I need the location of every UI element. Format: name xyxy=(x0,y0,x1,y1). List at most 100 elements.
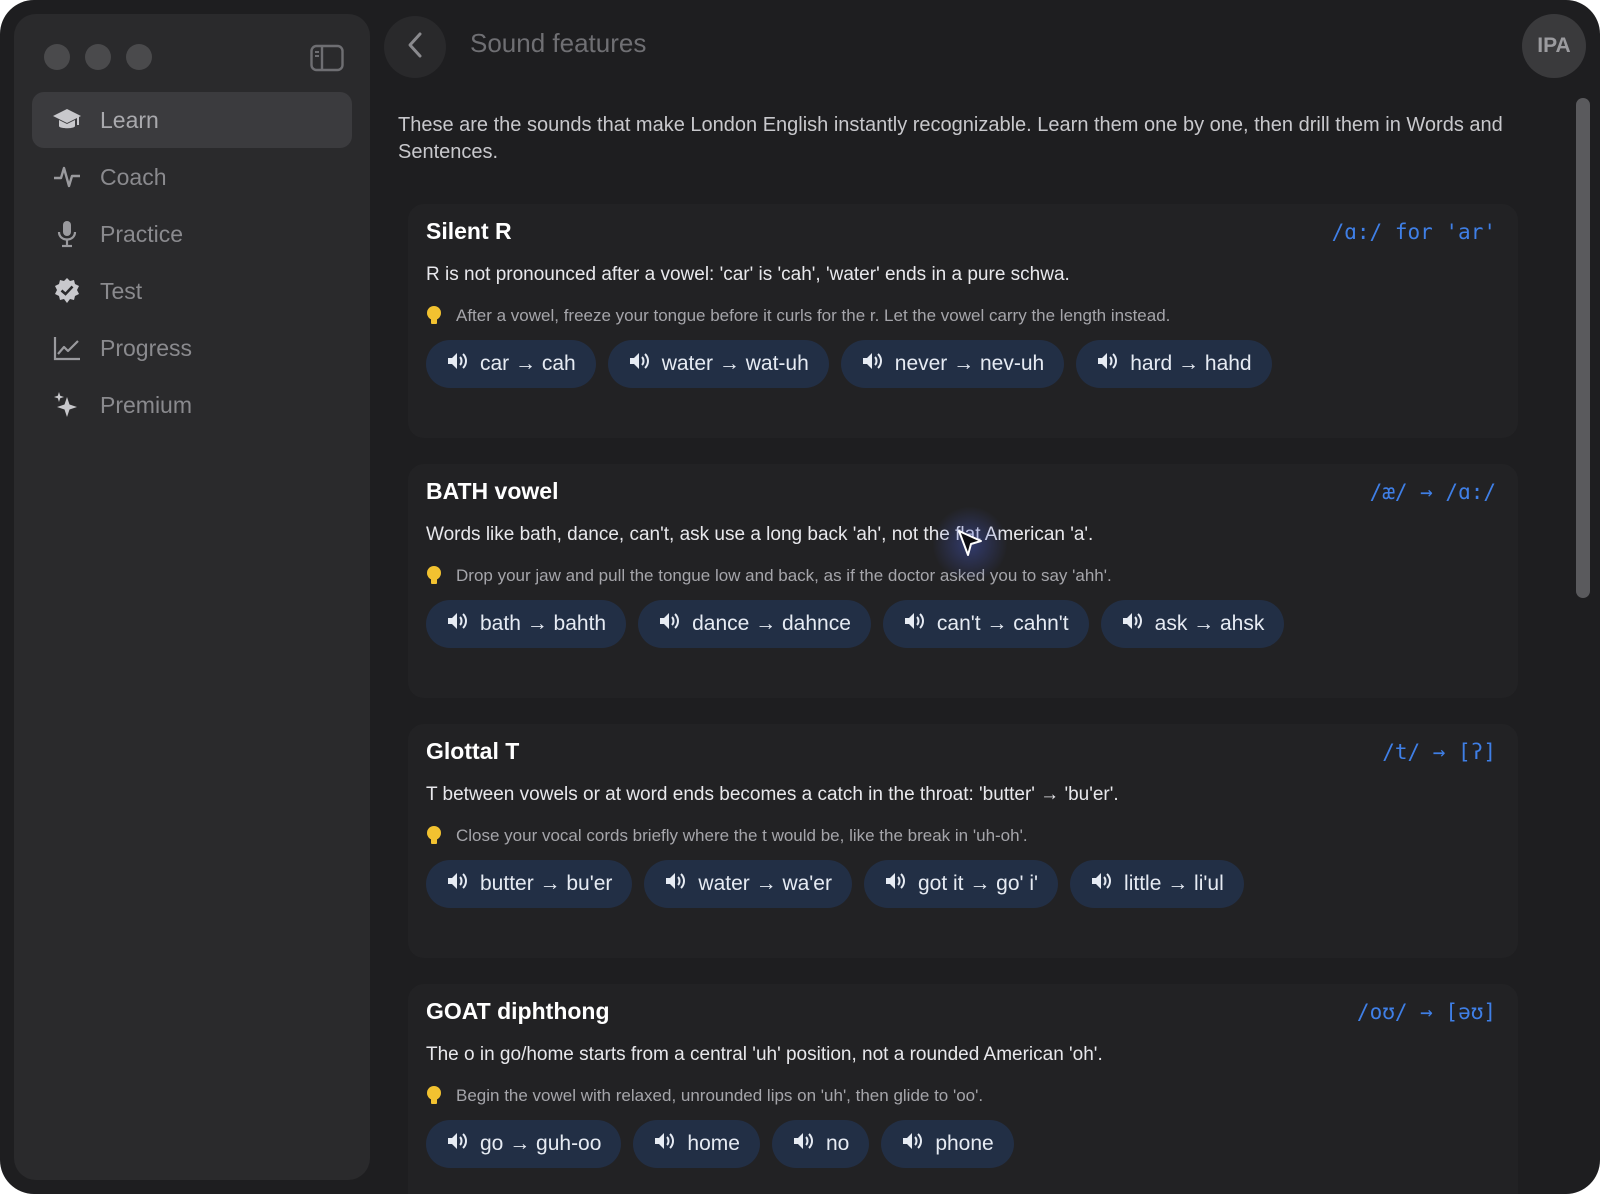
minimize-window-button[interactable] xyxy=(85,44,111,70)
feature-ipa: /ɑ:/ for 'ar' xyxy=(1331,220,1496,244)
example-chip[interactable]: no xyxy=(771,1120,870,1168)
example-chip-label: phone xyxy=(935,1132,994,1155)
sidebar-item-label: Premium xyxy=(100,391,193,418)
example-chip[interactable]: ask → ahsk xyxy=(1100,600,1285,648)
example-chip[interactable]: hard → hahd xyxy=(1076,340,1272,388)
feature-title: Silent R xyxy=(426,218,512,244)
example-chip[interactable]: bath → bahth xyxy=(426,600,627,648)
example-chip-label: home xyxy=(687,1132,740,1155)
feature-tip-text: Drop your jaw and pull the tongue low an… xyxy=(456,566,1112,585)
example-chip-label: water → wat-uh xyxy=(661,352,809,375)
feature-card: Silent R /ɑ:/ for 'ar' R is not pronounc… xyxy=(408,204,1518,438)
example-chip[interactable]: go → guh-oo xyxy=(426,1120,622,1168)
example-chip-label: go → guh-oo xyxy=(480,1132,602,1155)
feature-tip-text: Begin the vowel with relaxed, unrounded … xyxy=(456,1086,984,1105)
feature-tip: After a vowel, freeze your tongue before… xyxy=(426,305,1170,327)
speaker-icon xyxy=(446,1131,470,1157)
feature-title: Glottal T xyxy=(426,738,520,764)
feature-tip-text: Close your vocal cords briefly where the… xyxy=(456,826,1028,845)
waveform-pulse-icon xyxy=(52,162,82,192)
sidebar-item-label: Practice xyxy=(100,220,184,247)
speaker-icon xyxy=(628,351,652,377)
close-window-button[interactable] xyxy=(44,44,70,70)
example-chip[interactable]: water → wa'er xyxy=(644,860,852,908)
mouse-pointer-icon xyxy=(956,528,996,568)
feature-description: R is not pronounced after a vowel: 'car'… xyxy=(426,264,1070,285)
example-chip[interactable]: can't → cahn't xyxy=(882,600,1089,648)
example-chip-label: butter → bu'er xyxy=(480,872,613,895)
lightbulb-icon xyxy=(426,305,442,327)
example-chips: car → cah water → wat-uh never → nev-uh … xyxy=(426,340,1272,388)
sidebar-item-label: Coach xyxy=(100,163,167,190)
example-chip-label: dance → dahnce xyxy=(692,612,851,635)
speaker-icon xyxy=(446,351,470,377)
example-chip[interactable]: home xyxy=(633,1120,760,1168)
feature-ipa: /oʊ/ → [əʊ] xyxy=(1356,1000,1496,1024)
example-chip-label: hard → hahd xyxy=(1130,352,1252,375)
sidebar-item-progress[interactable]: Progress xyxy=(32,320,352,376)
example-chip[interactable]: butter → bu'er xyxy=(426,860,633,908)
chevron-left-icon xyxy=(406,31,424,64)
app-window: Learn Coach Practice Test Progress Premi… xyxy=(0,0,1600,1194)
example-chip[interactable]: car → cah xyxy=(426,340,596,388)
speaker-icon xyxy=(446,611,470,637)
example-chip-label: can't → cahn't xyxy=(936,612,1069,635)
sidebar-item-test[interactable]: Test xyxy=(32,263,352,319)
example-chip-label: got it → go' i' xyxy=(917,872,1039,895)
speaker-icon xyxy=(903,611,927,637)
feature-title: BATH vowel xyxy=(426,478,559,504)
speaker-icon xyxy=(1090,871,1114,897)
feature-tip: Drop your jaw and pull the tongue low an… xyxy=(426,565,1112,587)
speaker-icon xyxy=(1096,351,1120,377)
example-chip[interactable]: little → li'ul xyxy=(1070,860,1244,908)
sidebar-item-learn[interactable]: Learn xyxy=(32,92,352,148)
sidebar-item-practice[interactable]: Practice xyxy=(32,206,352,262)
speaker-icon xyxy=(1121,611,1145,637)
back-button[interactable] xyxy=(384,16,446,78)
example-chip-label: ask → ahsk xyxy=(1154,612,1265,635)
zoom-window-button[interactable] xyxy=(126,44,152,70)
speaker-icon xyxy=(792,1131,816,1157)
microphone-icon xyxy=(52,219,82,249)
example-chip[interactable]: never → nev-uh xyxy=(840,340,1065,388)
sidebar-item-label: Learn xyxy=(100,106,159,133)
speaker-icon xyxy=(658,611,682,637)
checkmark-seal-icon xyxy=(52,276,82,306)
example-chip-label: never → nev-uh xyxy=(894,352,1045,375)
example-chip-label: water → wa'er xyxy=(698,872,832,895)
sidebar-item-label: Test xyxy=(100,277,143,304)
scrollbar-thumb[interactable] xyxy=(1576,98,1590,598)
feature-tip-text: After a vowel, freeze your tongue before… xyxy=(456,306,1171,325)
example-chip[interactable]: phone xyxy=(881,1120,1014,1168)
example-chip[interactable]: water → wat-uh xyxy=(607,340,829,388)
feature-card: Glottal T /t/ → [ʔ] T between vowels or … xyxy=(408,724,1518,958)
feature-card: GOAT diphthong /oʊ/ → [əʊ] The o in go/h… xyxy=(408,984,1518,1194)
lightbulb-icon xyxy=(426,565,442,587)
feature-ipa: /t/ → [ʔ] xyxy=(1382,740,1496,764)
sidebar-item-label: Progress xyxy=(100,334,193,361)
window-controls xyxy=(44,44,152,70)
example-chip-label: bath → bahth xyxy=(480,612,607,635)
feature-tip: Begin the vowel with relaxed, unrounded … xyxy=(426,1085,983,1107)
lightbulb-icon xyxy=(426,1085,442,1107)
sidebar-item-premium[interactable]: Premium xyxy=(32,377,352,433)
feature-ipa: /æ/ → /ɑ:/ xyxy=(1369,480,1496,504)
sidebar: Learn Coach Practice Test Progress Premi… xyxy=(14,14,370,1180)
sidebar-item-coach[interactable]: Coach xyxy=(32,149,352,205)
speaker-icon xyxy=(884,871,908,897)
feature-description: T between vowels or at word ends becomes… xyxy=(426,784,1119,805)
speaker-icon xyxy=(664,871,688,897)
example-chip[interactable]: dance → dahnce xyxy=(638,600,871,648)
lightbulb-icon xyxy=(426,825,442,847)
speaker-icon xyxy=(901,1131,925,1157)
example-chips: go → guh-oo home no phone xyxy=(426,1120,1014,1168)
ipa-avatar-button[interactable]: IPA xyxy=(1522,14,1586,78)
speaker-icon xyxy=(446,871,470,897)
sidebar-toggle-icon[interactable] xyxy=(310,44,344,72)
example-chip[interactable]: got it → go' i' xyxy=(863,860,1059,908)
feature-title: GOAT diphthong xyxy=(426,998,610,1024)
speaker-icon xyxy=(861,351,885,377)
main-content: These are the sounds that make London En… xyxy=(398,112,1538,1194)
sidebar-nav: Learn Coach Practice Test Progress Premi… xyxy=(32,92,352,434)
page-title: Sound features xyxy=(470,28,647,58)
